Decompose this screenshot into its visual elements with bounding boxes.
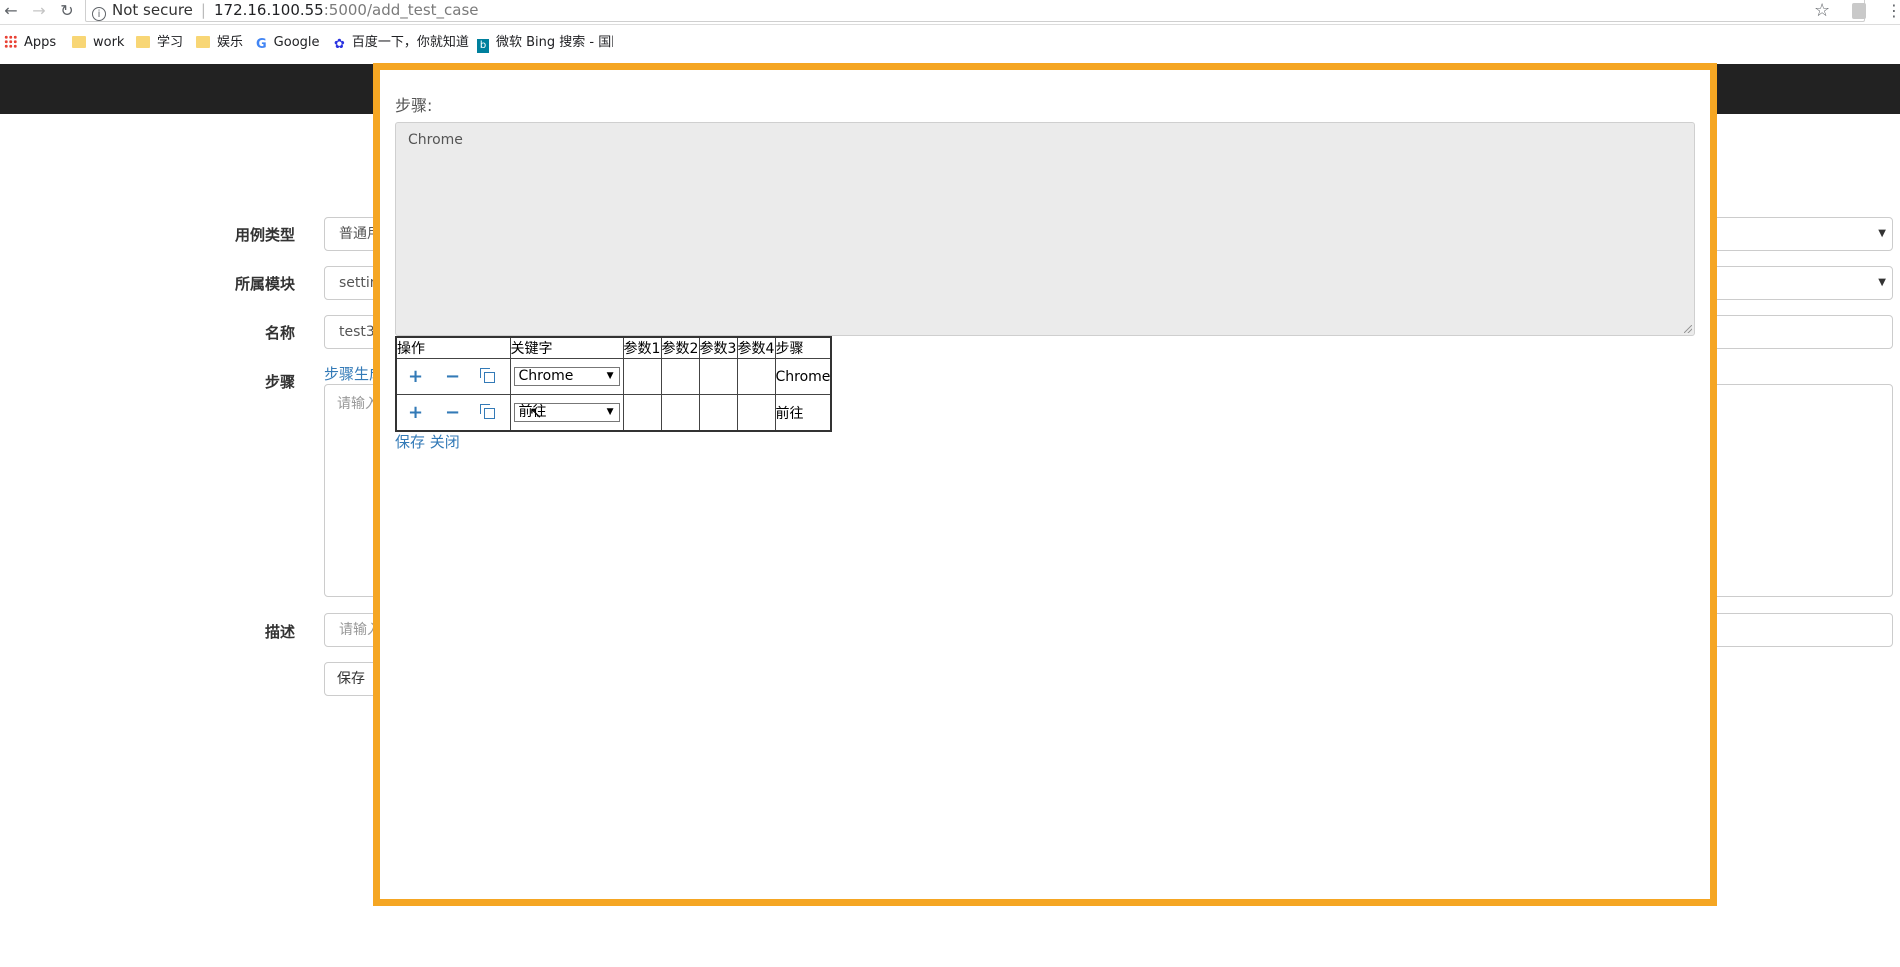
header-step: 步骤 (774, 336, 832, 359)
ops-cell: + − (395, 394, 511, 432)
address-bar[interactable]: i Not secure | 172.16.100.55:5000/add_test_… (85, 0, 1865, 22)
modal-actions: 保存 关闭 (395, 431, 460, 452)
folder-icon (196, 36, 210, 48)
table-row: + − 前往 ▼ 前往 (395, 394, 832, 432)
header-param2: 参数2 (660, 336, 700, 359)
bing-icon: b (477, 39, 489, 53)
bookmark-label: Google (273, 35, 320, 50)
case-type-label: 用例类型 (234, 226, 295, 244)
google-icon: G (256, 37, 267, 52)
header-param3: 参数3 (698, 336, 738, 359)
extension-icon[interactable] (1852, 3, 1866, 19)
header-keyword: 关键字 (509, 336, 624, 359)
bookmark-study[interactable]: 学习 (136, 29, 183, 57)
copy-row-icon[interactable] (471, 395, 508, 430)
reload-icon[interactable]: ↻ (56, 0, 78, 22)
bookmark-label: 百度一下，你就知道 (351, 35, 469, 50)
steps-label: 步骤 (264, 373, 295, 391)
header-param4: 参数4 (736, 336, 776, 359)
step-cell: Chrome (774, 358, 832, 395)
baidu-icon: ✿ (334, 37, 345, 52)
folder-icon (72, 36, 86, 48)
modal-steps-text: Chrome (408, 132, 463, 148)
back-icon[interactable]: ← (0, 0, 22, 22)
table-header-row: 操作 关键字 参数1 参数2 参数3 参数4 步骤 (395, 336, 832, 359)
resize-handle-icon[interactable] (1684, 325, 1692, 333)
table-row: + − Chrome ▼ Chrome (395, 358, 832, 395)
param2-cell[interactable] (660, 358, 700, 395)
keyword-cell: 前往 ▼ (509, 394, 624, 432)
param4-cell[interactable] (736, 358, 776, 395)
param3-cell[interactable] (698, 394, 738, 432)
add-row-icon[interactable]: + (397, 359, 434, 394)
mouse-cursor-icon: ↖ (529, 403, 543, 422)
chevron-down-icon: ▼ (1878, 228, 1886, 239)
url-path: :5000/add_test_case (323, 1, 479, 19)
bookmarks-bar: Apps work 学习 娱乐 G Google ✿ 百度一下，你就知道 b 微软 B… (0, 29, 1900, 57)
param1-cell[interactable] (622, 394, 662, 432)
bookmark-label: work (93, 35, 125, 50)
keyword-cell: Chrome ▼ (509, 358, 624, 395)
bookmark-label: 学习 (157, 35, 184, 50)
bookmark-bing[interactable]: b 微软 Bing 搜索 - 国际 (477, 29, 613, 57)
bookmark-label: 微软 Bing 搜索 - 国际 (496, 35, 613, 50)
bookmark-google[interactable]: G Google (256, 29, 320, 57)
modal-steps-title: 步骤: (395, 96, 433, 115)
modal-save-link[interactable]: 保存 (395, 433, 425, 451)
browser-menu-icon[interactable]: ⋮ (1886, 0, 1900, 22)
bookmark-entertainment[interactable]: 娱乐 (196, 29, 243, 57)
header-param1: 参数1 (622, 336, 662, 359)
copy-row-icon[interactable] (471, 359, 508, 394)
folder-icon (136, 36, 150, 48)
module-label: 所属模块 (234, 275, 295, 293)
modal-steps-textarea[interactable]: Chrome (395, 122, 1695, 336)
apps-grid-icon (4, 35, 17, 48)
bookmark-star-icon[interactable]: ☆ (1814, 0, 1830, 22)
dropdown-arrow-icon: ▼ (606, 371, 614, 381)
bookmark-label: 娱乐 (217, 35, 244, 50)
desc-label: 描述 (264, 623, 295, 641)
keyword-select[interactable]: Chrome ▼ (513, 367, 620, 386)
dropdown-arrow-icon: ▼ (606, 407, 614, 417)
step-cell: 前往 (774, 394, 832, 432)
bookmark-work[interactable]: work (72, 29, 124, 57)
info-icon[interactable]: i (92, 7, 106, 21)
param3-cell[interactable] (698, 358, 738, 395)
security-label: Not secure (112, 1, 193, 19)
browser-toolbar: ← → ↻ i Not secure | 172.16.100.55:5000/add… (0, 0, 1900, 25)
bookmark-label: Apps (24, 35, 57, 50)
param2-cell[interactable] (660, 394, 700, 432)
ops-cell: + − (395, 358, 511, 395)
add-row-icon[interactable]: + (397, 395, 434, 430)
steps-table: 操作 关键字 参数1 参数2 参数3 参数4 步骤 + − Chrome ▼ C… (395, 336, 833, 432)
forward-icon[interactable]: → (28, 0, 50, 22)
bookmark-apps[interactable]: Apps (4, 29, 56, 57)
param1-cell[interactable] (622, 358, 662, 395)
modal-close-link[interactable]: 关闭 (430, 433, 460, 451)
name-label: 名称 (264, 324, 295, 342)
param4-cell[interactable] (736, 394, 776, 432)
url-host: 172.16.100.55 (213, 1, 324, 19)
name-value: test3 (339, 324, 375, 340)
address-separator: | (200, 1, 206, 19)
remove-row-icon[interactable]: − (434, 359, 471, 394)
chevron-down-icon: ▼ (1878, 277, 1886, 288)
header-ops: 操作 (395, 336, 511, 359)
bookmark-baidu[interactable]: ✿ 百度一下，你就知道 (334, 29, 469, 57)
remove-row-icon[interactable]: − (434, 395, 471, 430)
keyword-value: Chrome (518, 368, 574, 384)
